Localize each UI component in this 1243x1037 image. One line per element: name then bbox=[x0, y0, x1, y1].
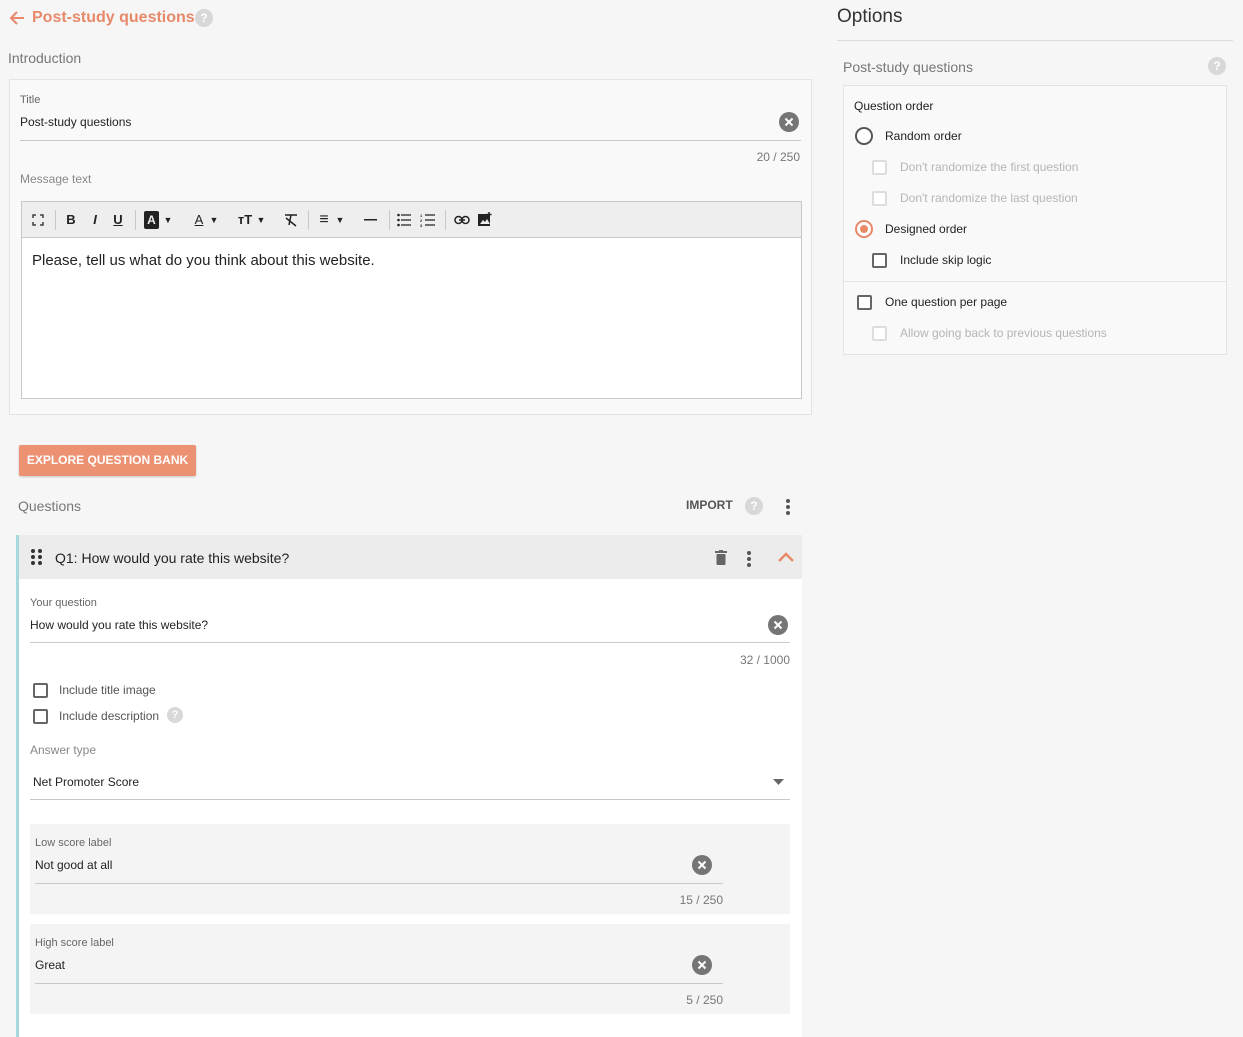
low-score-box: Low score label Not good at all 15 / 250 bbox=[30, 824, 790, 914]
one-question-per-page-label: One question per page bbox=[885, 295, 1008, 309]
clear-format-icon[interactable] bbox=[284, 213, 298, 227]
high-score-counter: 5 / 250 bbox=[686, 993, 723, 1007]
introduction-card: Title Post-study questions 20 / 250 Mess… bbox=[9, 79, 812, 415]
back-arrow-icon[interactable] bbox=[8, 9, 26, 27]
message-body[interactable]: Please, tell us what do you think about … bbox=[32, 252, 375, 269]
your-question-input[interactable]: How would you rate this website? bbox=[30, 618, 750, 632]
question-header[interactable]: Q1: How would you rate this website? bbox=[19, 535, 802, 579]
title-counter: 20 / 250 bbox=[756, 150, 800, 164]
chevron-down-icon[interactable]: ▼ bbox=[335, 211, 345, 229]
more-options-icon[interactable] bbox=[747, 551, 751, 569]
title-underline bbox=[20, 140, 801, 141]
random-order-radio[interactable] bbox=[855, 127, 873, 145]
high-score-underline bbox=[35, 983, 723, 984]
toolbar-divider bbox=[308, 210, 309, 230]
include-skip-logic-checkbox[interactable] bbox=[872, 253, 887, 268]
numbered-list-icon[interactable]: 123 bbox=[420, 213, 435, 227]
underline-button[interactable]: U bbox=[111, 211, 125, 229]
dont-randomize-last-checkbox[interactable] bbox=[872, 191, 887, 206]
options-divider bbox=[837, 40, 1233, 41]
clear-title-icon[interactable] bbox=[779, 112, 799, 132]
fullscreen-icon[interactable] bbox=[32, 214, 44, 226]
designed-order-label: Designed order bbox=[885, 222, 968, 236]
clear-question-icon[interactable] bbox=[768, 615, 788, 635]
help-icon[interactable]: ? bbox=[167, 707, 183, 723]
high-score-label: High score label bbox=[35, 937, 114, 949]
question-counter: 32 / 1000 bbox=[739, 653, 790, 667]
font-size-button[interactable]: тT bbox=[235, 211, 255, 229]
dont-randomize-last-label: Don't randomize the last question bbox=[900, 191, 1078, 205]
drag-handle-icon[interactable] bbox=[31, 549, 43, 565]
low-score-underline bbox=[35, 883, 723, 884]
link-icon[interactable] bbox=[454, 215, 470, 225]
text-color-button[interactable]: A bbox=[192, 211, 206, 229]
help-icon[interactable]: ? bbox=[195, 9, 213, 27]
low-score-input[interactable]: Not good at all bbox=[35, 858, 675, 872]
options-title: Options bbox=[837, 6, 903, 27]
designed-order-radio[interactable] bbox=[855, 220, 873, 238]
dont-randomize-first-label: Don't randomize the first question bbox=[900, 160, 1079, 174]
rich-text-editor: B I U A ▼ A ▼ тT ▼ ≡ ▼ 123 Please, tell … bbox=[21, 201, 802, 399]
toolbar-divider bbox=[445, 210, 446, 230]
low-score-label: Low score label bbox=[35, 837, 112, 849]
svg-text:3: 3 bbox=[420, 223, 423, 227]
introduction-label: Introduction bbox=[8, 50, 82, 66]
chevron-up-icon[interactable] bbox=[778, 552, 794, 562]
bold-button[interactable]: B bbox=[64, 211, 78, 229]
chevron-down-icon[interactable]: ▼ bbox=[163, 211, 173, 229]
include-skip-logic-label: Include skip logic bbox=[900, 253, 992, 267]
question-underline bbox=[30, 642, 790, 643]
allow-going-back-checkbox[interactable] bbox=[872, 326, 887, 341]
import-button[interactable]: IMPORT bbox=[686, 498, 733, 512]
editor-toolbar: B I U A ▼ A ▼ тT ▼ ≡ ▼ 123 bbox=[22, 202, 801, 238]
options-section-label: Post-study questions bbox=[843, 59, 973, 75]
toolbar-divider bbox=[389, 210, 390, 230]
question-order-card: Question order Random order Don't random… bbox=[843, 85, 1227, 355]
low-score-counter: 15 / 250 bbox=[679, 893, 723, 907]
insert-image-icon[interactable] bbox=[478, 212, 492, 226]
explore-question-bank-button[interactable]: EXPLORE QUESTION BANK bbox=[19, 445, 196, 476]
questions-label: Questions bbox=[18, 498, 82, 514]
background-color-button[interactable]: A bbox=[144, 211, 159, 229]
page-title: Post-study questions bbox=[32, 9, 195, 26]
bulleted-list-icon[interactable] bbox=[397, 213, 411, 227]
question-order-label: Question order bbox=[854, 99, 934, 113]
more-options-icon[interactable] bbox=[786, 499, 790, 517]
question-title: Q1: How would you rate this website? bbox=[55, 550, 290, 566]
italic-button[interactable]: I bbox=[88, 211, 102, 229]
chevron-down-icon[interactable]: ▼ bbox=[256, 211, 266, 229]
dont-randomize-first-checkbox[interactable] bbox=[872, 160, 887, 175]
answer-type-underline bbox=[30, 799, 790, 800]
horizontal-rule-icon[interactable] bbox=[364, 219, 377, 221]
dropdown-arrow-icon[interactable] bbox=[773, 779, 784, 785]
align-button[interactable]: ≡ bbox=[316, 211, 332, 229]
random-order-label: Random order bbox=[885, 129, 962, 143]
answer-type-select[interactable]: Net Promoter Score bbox=[33, 775, 139, 789]
include-description-label: Include description bbox=[59, 709, 160, 723]
your-question-label: Your question bbox=[30, 597, 97, 609]
allow-going-back-label: Allow going back to previous questions bbox=[900, 326, 1107, 340]
help-icon[interactable]: ? bbox=[1208, 57, 1226, 75]
include-title-image-checkbox[interactable] bbox=[33, 683, 48, 698]
question-card: Q1: How would you rate this website? You… bbox=[16, 535, 802, 1037]
clear-high-score-icon[interactable] bbox=[692, 955, 712, 975]
title-input[interactable]: Post-study questions bbox=[20, 115, 760, 129]
answer-type-label: Answer type bbox=[30, 743, 97, 757]
toolbar-divider bbox=[55, 210, 56, 230]
one-question-per-page-checkbox[interactable] bbox=[857, 295, 872, 310]
trash-icon[interactable] bbox=[715, 550, 727, 565]
include-description-checkbox[interactable] bbox=[33, 709, 48, 724]
title-field-label: Title bbox=[20, 94, 41, 106]
options-separator bbox=[844, 281, 1226, 282]
include-title-image-label: Include title image bbox=[59, 683, 156, 697]
help-icon[interactable]: ? bbox=[745, 497, 763, 515]
chevron-down-icon[interactable]: ▼ bbox=[209, 211, 219, 229]
toolbar-divider bbox=[135, 210, 136, 230]
message-text-label: Message text bbox=[20, 172, 92, 186]
clear-low-score-icon[interactable] bbox=[692, 855, 712, 875]
high-score-box: High score label Great 5 / 250 bbox=[30, 924, 790, 1014]
high-score-input[interactable]: Great bbox=[35, 958, 675, 972]
